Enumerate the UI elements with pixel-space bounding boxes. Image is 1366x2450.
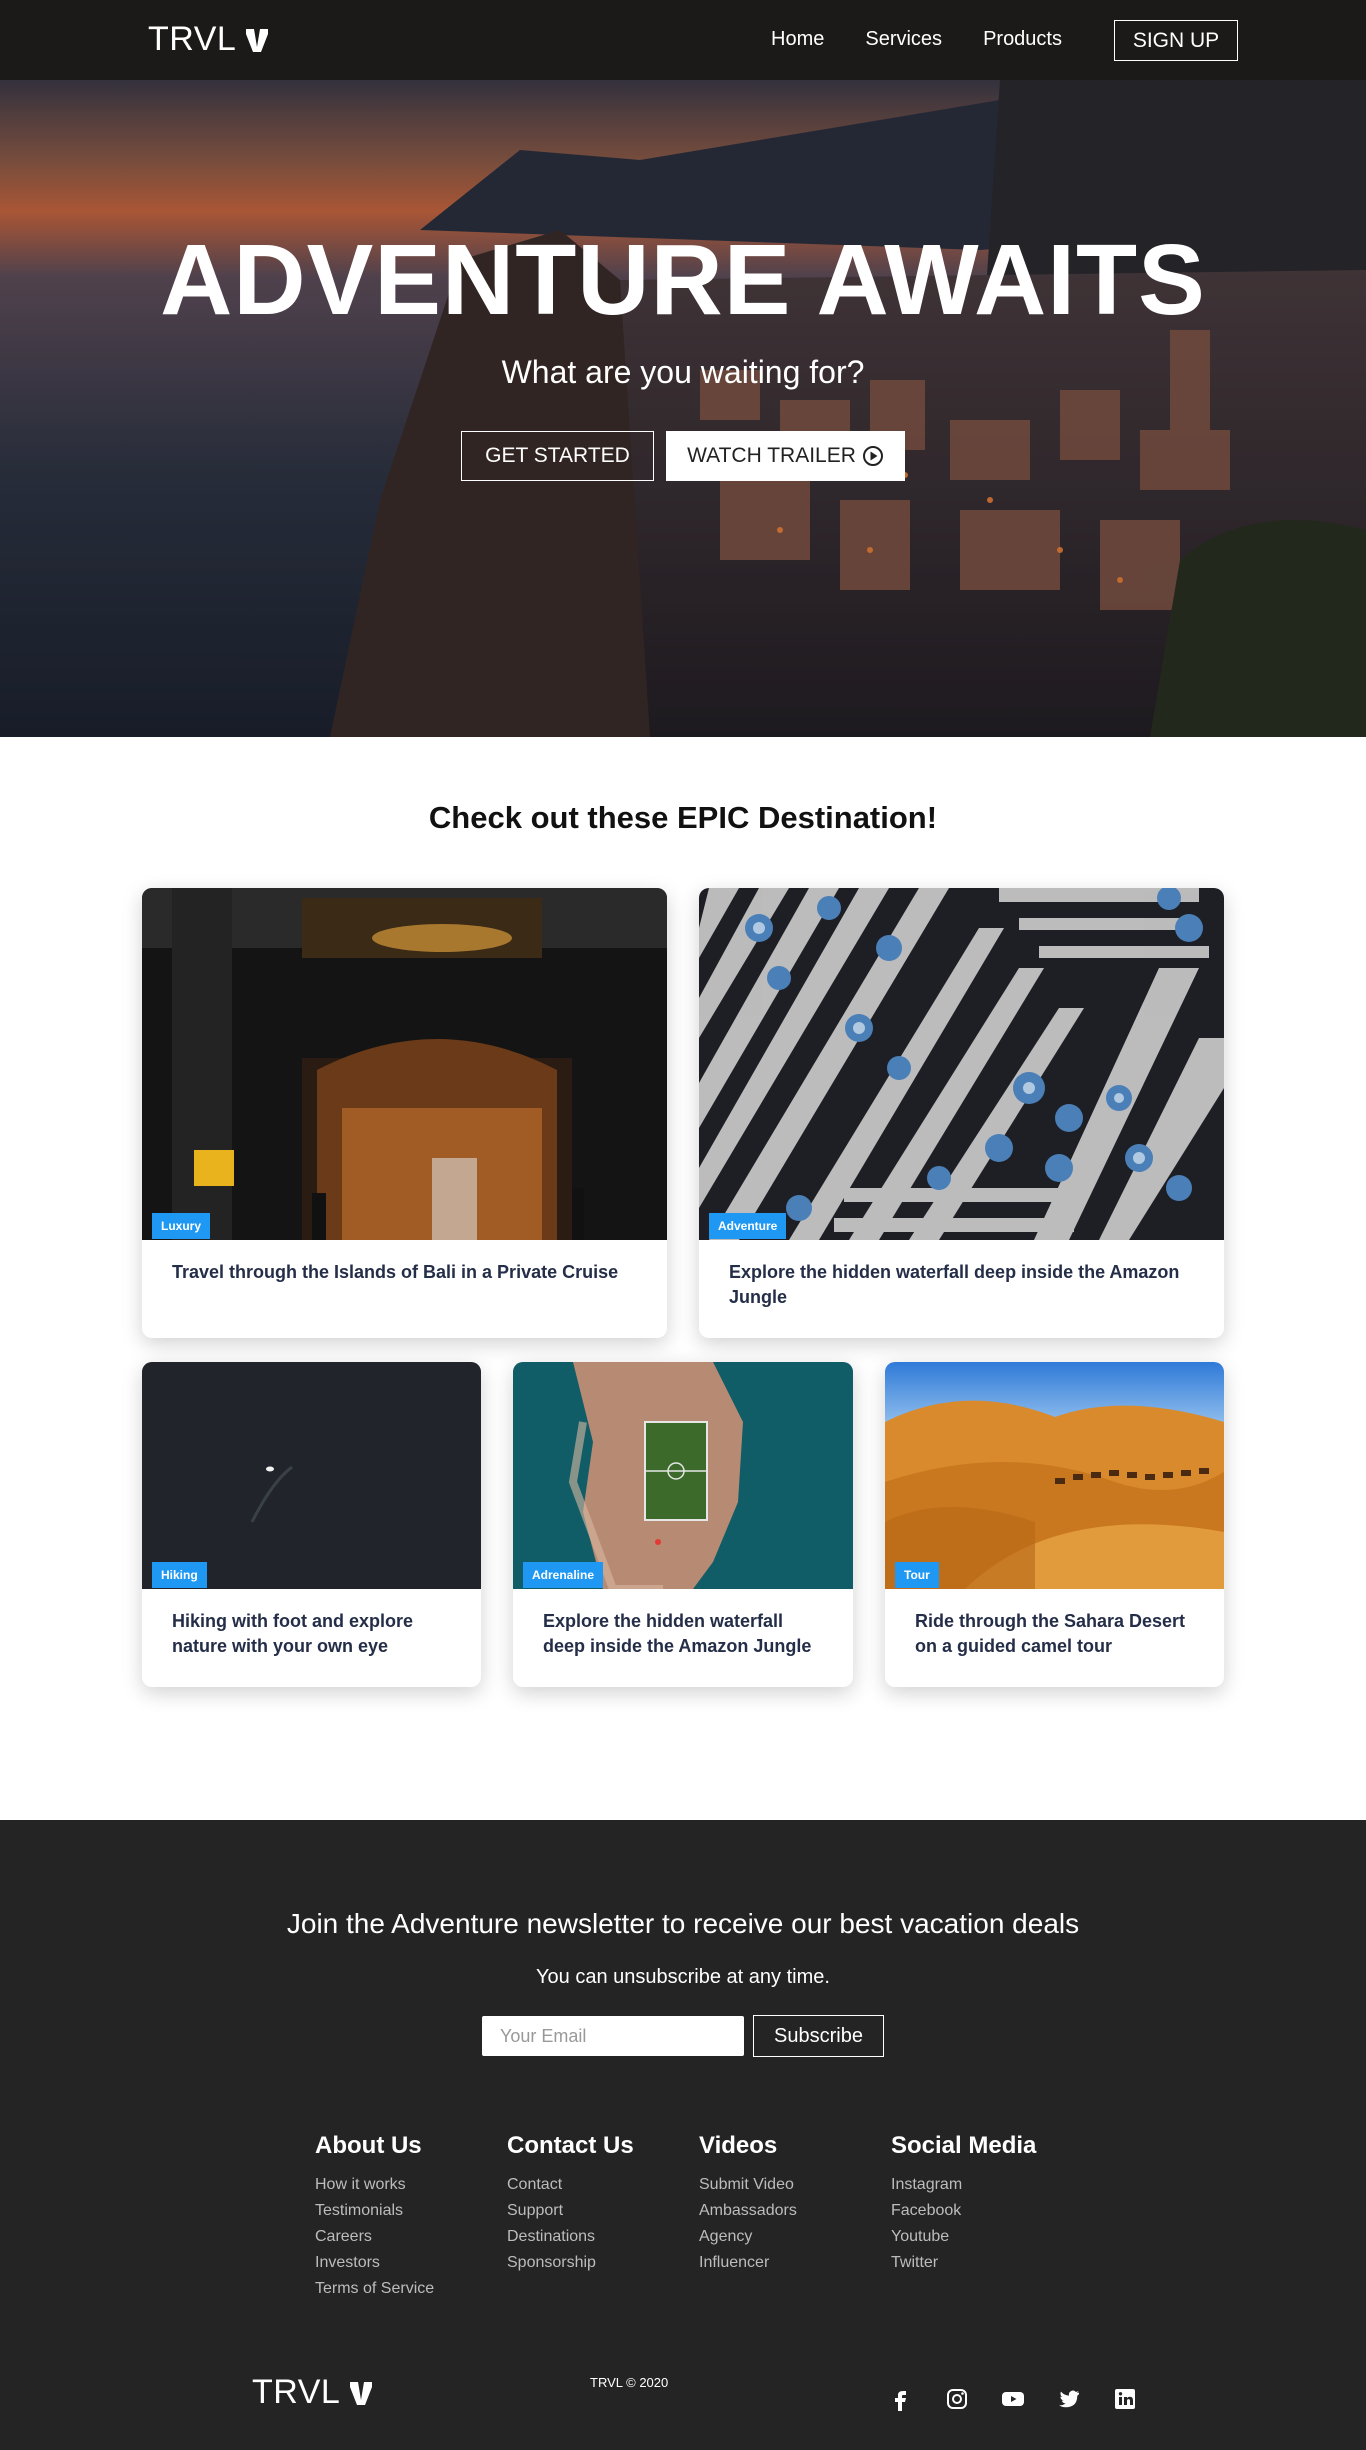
email-input[interactable] xyxy=(482,2016,744,2056)
footer-link[interactable]: Investors xyxy=(315,2250,434,2276)
footer-link[interactable]: Careers xyxy=(315,2224,434,2250)
footer-logo-text: TRVL xyxy=(252,2373,341,2411)
logo-shield-icon xyxy=(246,28,269,52)
footer-link[interactable]: Instagram xyxy=(891,2172,1036,2198)
destination-card-adventure[interactable]: Adventure Explore the hidden waterfall d… xyxy=(699,888,1224,1338)
destination-card-adrenaline[interactable]: Adrenaline Explore the hidden waterfall … xyxy=(513,1362,853,1687)
get-started-button[interactable]: GET STARTED xyxy=(461,431,654,481)
footer-column-contact: Contact Us Contact Support Destinations … xyxy=(507,2132,634,2276)
destination-card-tour[interactable]: Tour Ride through the Sahara Desert on a… xyxy=(885,1362,1224,1687)
footer-link[interactable]: How it works xyxy=(315,2172,434,2198)
card-image xyxy=(885,1362,1224,1589)
footer-column-heading: About Us xyxy=(315,2132,422,2159)
card-tag: Adventure xyxy=(709,1213,787,1239)
footer-link[interactable]: Support xyxy=(507,2198,634,2224)
nav-links: Home Services Products xyxy=(771,28,1103,51)
social-icons xyxy=(888,2386,1168,2412)
card-image xyxy=(142,1362,481,1589)
footer-column-social: Social Media Instagram Facebook Youtube … xyxy=(891,2132,1036,2276)
hero-section: ADVENTURE AWAITS What are you waiting fo… xyxy=(0,80,1366,737)
card-title: Explore the hidden waterfall deep inside… xyxy=(729,1262,1180,1307)
brand-logo[interactable]: TRVL xyxy=(148,20,272,59)
watch-trailer-label: WATCH TRAILER xyxy=(687,444,856,467)
card-title: Travel through the Islands of Bali in a … xyxy=(172,1262,619,1282)
card-title: Hiking with foot and explore nature with… xyxy=(172,1611,414,1656)
play-circle-icon xyxy=(862,446,883,466)
footer-link[interactable]: Sponsorship xyxy=(507,2250,634,2276)
card-image xyxy=(142,888,667,1240)
footer-link[interactable]: Destinations xyxy=(507,2224,634,2250)
copyright-text: TRVL © 2020 xyxy=(590,2375,669,2390)
footer-link[interactable]: Facebook xyxy=(891,2198,1036,2224)
nav-link-services[interactable]: Services xyxy=(865,28,942,51)
card-image xyxy=(699,888,1224,1240)
logo-shield-icon xyxy=(350,2381,373,2405)
footer-column-heading: Videos xyxy=(699,2132,778,2159)
hero-background-image xyxy=(0,80,1366,737)
destination-card-hiking[interactable]: Hiking Hiking with foot and explore natu… xyxy=(142,1362,481,1687)
twitter-icon[interactable] xyxy=(1056,2386,1082,2412)
card-tag: Hiking xyxy=(152,1562,207,1588)
newsletter-title: Join the Adventure newsletter to receive… xyxy=(286,1908,1080,1939)
hero-title: ADVENTURE AWAITS xyxy=(160,224,1206,336)
navbar: TRVL Home Services Products SIGN UP xyxy=(0,0,1366,80)
footer-link[interactable]: Contact xyxy=(507,2172,634,2198)
newsletter-subtitle: You can unsubscribe at any time. xyxy=(536,1966,830,1988)
card-tag: Luxury xyxy=(152,1213,211,1239)
footer-link[interactable]: Influencer xyxy=(699,2250,797,2276)
footer: Join the Adventure newsletter to receive… xyxy=(0,1820,1366,2450)
footer-column-videos: Videos Submit Video Ambassadors Agency I… xyxy=(699,2132,797,2276)
nav-link-products[interactable]: Products xyxy=(983,28,1062,51)
footer-logo[interactable]: TRVL xyxy=(252,2373,376,2412)
footer-link[interactable]: Twitter xyxy=(891,2250,1036,2276)
footer-link[interactable]: Ambassadors xyxy=(699,2198,797,2224)
card-tag: Tour xyxy=(895,1562,939,1588)
brand-logo-text: TRVL xyxy=(148,20,237,58)
nav-link-home[interactable]: Home xyxy=(771,28,824,51)
instagram-icon[interactable] xyxy=(944,2386,970,2412)
card-image xyxy=(513,1362,853,1589)
youtube-icon[interactable] xyxy=(1000,2386,1026,2412)
footer-link[interactable]: Youtube xyxy=(891,2224,1036,2250)
footer-column-heading: Contact Us xyxy=(507,2132,634,2159)
card-title: Explore the hidden waterfall deep inside… xyxy=(543,1611,812,1656)
footer-column-heading: Social Media xyxy=(891,2132,1037,2159)
subscribe-button[interactable]: Subscribe xyxy=(753,2015,884,2057)
watch-trailer-button[interactable]: WATCH TRAILER xyxy=(666,431,905,481)
footer-link[interactable]: Agency xyxy=(699,2224,797,2250)
footer-link[interactable]: Testimonials xyxy=(315,2198,434,2224)
linkedin-icon[interactable] xyxy=(1112,2386,1138,2412)
signup-button[interactable]: SIGN UP xyxy=(1114,20,1238,61)
hero-subtitle: What are you waiting for? xyxy=(501,354,865,390)
footer-link[interactable]: Terms of Service xyxy=(315,2276,434,2302)
footer-link[interactable]: Submit Video xyxy=(699,2172,797,2198)
section-title: Check out these EPIC Destination! xyxy=(428,800,938,835)
card-title: Ride through the Sahara Desert on a guid… xyxy=(915,1611,1186,1656)
destination-card-luxury[interactable]: Luxury Travel through the Islands of Bal… xyxy=(142,888,667,1338)
card-tag: Adrenaline xyxy=(523,1562,604,1588)
footer-column-about: About Us How it works Testimonials Caree… xyxy=(315,2132,434,2302)
facebook-icon[interactable] xyxy=(888,2386,914,2412)
